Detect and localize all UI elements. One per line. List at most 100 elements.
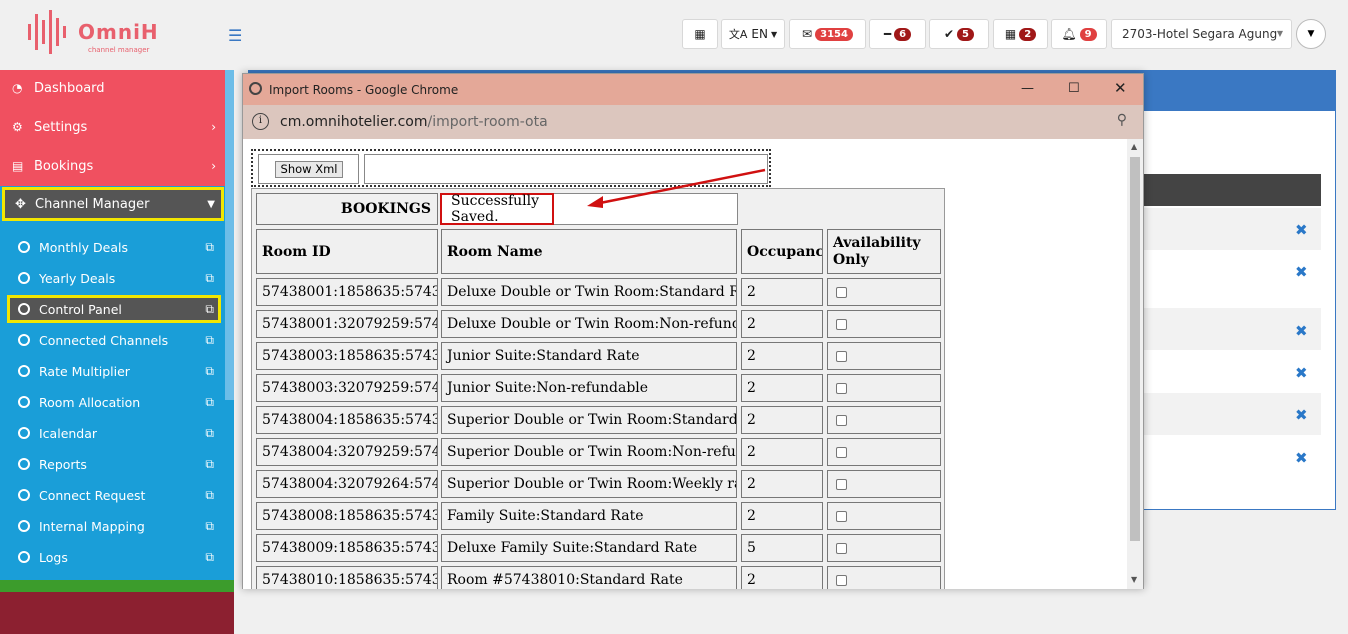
user-menu-button[interactable]: ▼ [1296, 19, 1326, 49]
sidebar-subitem-connected-channels[interactable]: Connected Channels ⧉ [18, 327, 218, 353]
sidebar-subitem-reports[interactable]: Reports ⧉ [18, 451, 218, 477]
check-badge: 5 [957, 27, 975, 41]
table-header [1139, 174, 1321, 206]
sidebar-subitem-monthly-deals[interactable]: Monthly Deals ⧉ [18, 234, 218, 260]
occupancy-cell: 2 [741, 278, 823, 306]
hamburger-icon[interactable]: ☰ [228, 26, 242, 45]
room-id-cell: 57438008:1858635:574380 [256, 502, 438, 530]
calendar-button[interactable]: ▦ 2 [993, 19, 1048, 49]
sidebar-subitem-icalendar[interactable]: Icalendar ⧉ [18, 420, 218, 446]
close-window-icon[interactable]: ✕ [1114, 79, 1127, 97]
room-id-cell: 57438004:1858635:574380 [256, 406, 438, 434]
availability-checkbox[interactable] [836, 414, 847, 426]
minus-button[interactable]: ━ 6 [869, 19, 926, 49]
header-room-id: Room ID [256, 229, 438, 274]
room-id-cell: 57438001:1858635:574380 [256, 278, 438, 306]
room-id-cell: 57438009:1858635:574380 [256, 534, 438, 562]
room-name-cell: Superior Double or Twin Room:Standard Ra… [441, 406, 737, 434]
circle-icon [18, 365, 30, 377]
sidebar-bottom-strip [0, 580, 234, 592]
mail-button[interactable]: ✉ 3154 [789, 19, 866, 49]
sidebar-subitem-label: Icalendar [39, 425, 98, 441]
availability-checkbox[interactable] [836, 446, 847, 458]
chevron-right-icon: › [211, 120, 216, 134]
availability-cell [827, 502, 941, 530]
hotel-select[interactable]: 2703-Hotel Segara Agung ▼ [1111, 19, 1292, 49]
sidebar-subitem-internal-mapping[interactable]: Internal Mapping ⧉ [18, 513, 218, 539]
globe-icon [249, 82, 262, 95]
chevron-right-icon: › [211, 159, 216, 173]
close-icon[interactable]: ✖ [1295, 263, 1308, 281]
notifications-button[interactable]: 🔔︎ 9 [1051, 19, 1107, 49]
occupancy-cell: 5 [741, 534, 823, 562]
sidebar-item-settings[interactable]: ⚙ Settings › [0, 109, 224, 145]
availability-checkbox[interactable] [836, 350, 847, 362]
sidebar-item-channel-manager[interactable]: ✥ Channel Manager ▼ [2, 187, 224, 221]
logo-name: OmniH [78, 20, 159, 44]
scrollbar-thumb[interactable] [1130, 157, 1140, 541]
omnih-logo[interactable]: OmniH channel manager [26, 10, 159, 56]
maximize-icon[interactable]: ☐ [1068, 81, 1080, 96]
room-name-cell: Superior Double or Twin Room:Non-refunda… [441, 438, 737, 466]
sidebar-item-dashboard[interactable]: ◔ Dashboard [0, 70, 224, 106]
sidebar-subitem-room-allocation[interactable]: Room Allocation ⧉ [18, 389, 218, 415]
sidebar-subitem-label: Connected Channels [39, 332, 169, 348]
circle-icon [18, 427, 30, 439]
sidebar-subitem-connect-request[interactable]: Connect Request ⧉ [18, 482, 218, 508]
close-icon[interactable]: ✖ [1295, 364, 1308, 382]
availability-checkbox[interactable] [836, 574, 847, 586]
apps-grid-button[interactable]: ▦ [682, 19, 718, 49]
zoom-icon[interactable]: ⚲ [1117, 112, 1127, 128]
availability-cell [827, 406, 941, 434]
calendar-icon: ▦ [1004, 27, 1017, 41]
content-scrollbar[interactable]: ▲ ▼ [1127, 139, 1143, 589]
language-button[interactable]: 文A EN ▼ [721, 19, 785, 49]
sidebar-subitem-label: Connect Request [39, 487, 146, 503]
window-titlebar[interactable]: Import Rooms - Google Chrome — ☐ ✕ [243, 74, 1143, 105]
show-xml-button[interactable]: Show Xml [275, 161, 343, 178]
logo-bars-icon [28, 10, 66, 54]
availability-checkbox[interactable] [836, 478, 847, 490]
close-icon[interactable]: ✖ [1295, 449, 1308, 467]
sidebar-scrollbar[interactable] [225, 70, 234, 400]
close-icon[interactable]: ✖ [1295, 322, 1308, 340]
sidebar-subitem-logs[interactable]: Logs ⧉ [18, 544, 218, 570]
translate-icon: 文A [728, 28, 748, 41]
sidebar: ◔ Dashboard ⚙ Settings › ▤ Bookings › ✥ … [0, 70, 234, 634]
availability-cell [827, 566, 941, 589]
circle-icon [18, 458, 30, 470]
close-icon[interactable]: ✖ [1295, 406, 1308, 424]
circle-icon [18, 551, 30, 563]
caret-down-icon: ▼ [770, 29, 778, 39]
address-bar[interactable]: i cm.omnihotelier.com/import-room-ota ⚲ [243, 105, 1143, 139]
circle-icon [18, 272, 30, 284]
circle-icon [18, 241, 30, 253]
circle-icon [18, 303, 30, 315]
dashboard-icon: ◔ [12, 81, 23, 95]
availability-cell [827, 470, 941, 498]
scroll-down-icon[interactable]: ▼ [1131, 575, 1137, 584]
availability-checkbox[interactable] [836, 318, 847, 330]
sidebar-subitem-control-panel[interactable]: Control Panel ⧉ [7, 295, 221, 323]
room-name-cell: Junior Suite:Non-refundable [441, 374, 737, 402]
close-icon[interactable]: ✖ [1295, 221, 1308, 239]
sidebar-subitem-rate-multiplier[interactable]: Rate Multiplier ⧉ [18, 358, 218, 384]
import-rooms-window: Import Rooms - Google Chrome — ☐ ✕ i cm.… [242, 73, 1144, 589]
availability-checkbox[interactable] [836, 510, 847, 522]
minimize-icon[interactable]: — [1021, 81, 1034, 96]
availability-checkbox[interactable] [836, 382, 847, 394]
url-host: cm.omnihotelier.com [280, 114, 428, 130]
sidebar-item-bookings[interactable]: ▤ Bookings › [0, 148, 224, 184]
bell-badge: 9 [1079, 27, 1097, 41]
room-name-cell: Deluxe Family Suite:Standard Rate [441, 534, 737, 562]
sidebar-subitem-yearly-deals[interactable]: Yearly Deals ⧉ [18, 265, 218, 291]
bell-icon: 🔔︎ [1061, 27, 1077, 41]
minus-icon: ━ [883, 27, 892, 41]
room-name-cell: Deluxe Double or Twin Room:Standard Rate [441, 278, 737, 306]
scroll-up-icon[interactable]: ▲ [1131, 142, 1137, 151]
availability-checkbox[interactable] [836, 286, 847, 298]
room-id-cell: 57438004:32079264:574380 [256, 470, 438, 498]
availability-checkbox[interactable] [836, 542, 847, 554]
check-button[interactable]: ✔ 5 [929, 19, 989, 49]
info-icon[interactable]: i [252, 113, 269, 130]
